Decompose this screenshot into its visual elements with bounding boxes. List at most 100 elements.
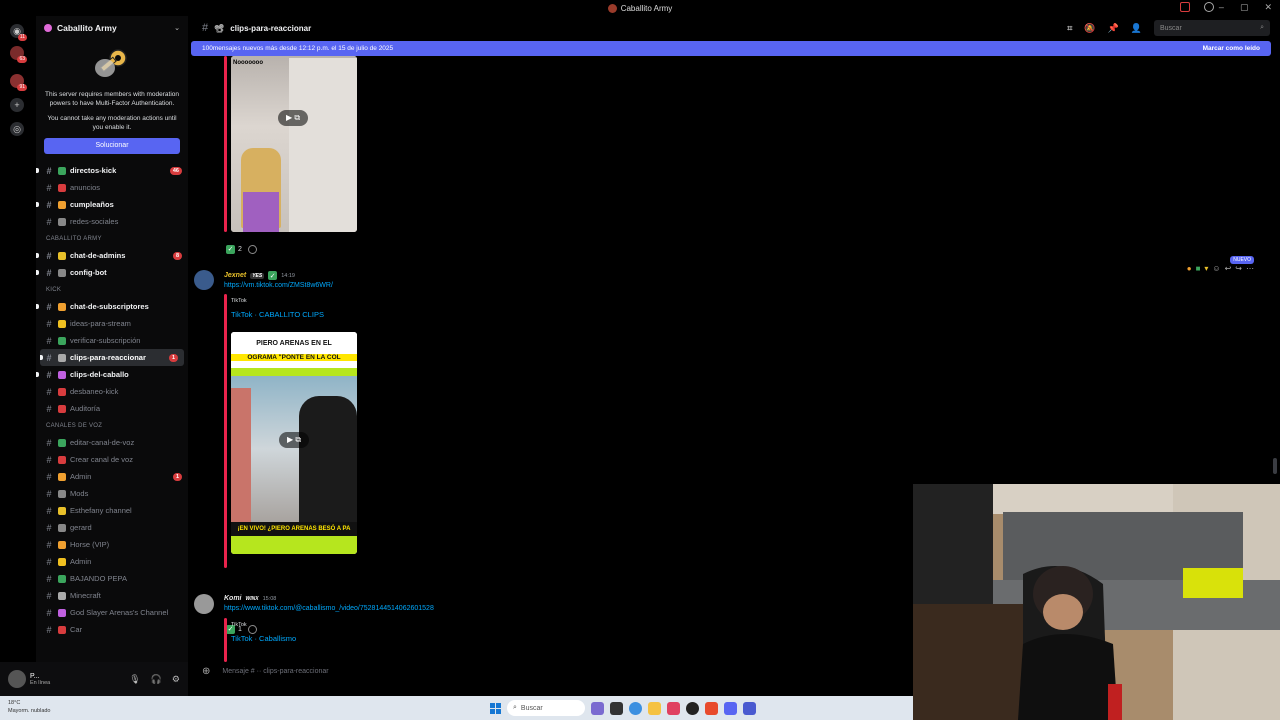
discover-icon[interactable]: ◎ <box>10 122 24 136</box>
sidebar-item-admin[interactable]: # Admin <box>36 553 188 570</box>
members-icon[interactable]: 👤 <box>1131 23 1142 34</box>
gear-icon[interactable]: ⚙ <box>172 674 180 685</box>
message-author[interactable]: Jexnet YES ✓ 14:19 <box>224 271 295 280</box>
embed-title[interactable]: TikTok · CABALLITO CLIPS <box>231 310 324 319</box>
message-composer[interactable]: ⊕ Mensaje # ·· clips-para-reaccionar <box>192 662 912 680</box>
sidebar-item-crear-canal-de-voz[interactable]: # Crear canal de voz <box>36 451 188 468</box>
add-reaction-icon[interactable] <box>247 244 257 254</box>
channel-category[interactable]: KICK <box>36 281 188 298</box>
video-thumbnail[interactable]: PIERO ARENAS EN EL OGRAMA "PONTE EN LA C… <box>231 332 357 554</box>
sidebar-item-gerard[interactable]: # gerard <box>36 519 188 536</box>
emoji-reaction-icon[interactable]: ● <box>1187 264 1192 273</box>
more-icon[interactable]: ⋯ <box>1246 264 1254 273</box>
taskbar-app-icon[interactable] <box>686 701 699 715</box>
author-name[interactable]: Komi <box>224 595 242 602</box>
scrollbar[interactable] <box>1273 458 1277 474</box>
close-button[interactable]: ✕ <box>1264 2 1272 13</box>
sidebar-item-mods[interactable]: # Mods <box>36 485 188 502</box>
taskbar-app-icon[interactable] <box>705 701 718 715</box>
notification-bell-icon[interactable]: 🔕 <box>1084 23 1095 34</box>
message-link[interactable]: https://vm.tiktok.com/ZMSt8w6WR/ <box>224 282 333 289</box>
thumbs-down-icon[interactable]: ▾ <box>1204 264 1208 273</box>
pin-icon[interactable]: 📌 <box>1108 23 1119 34</box>
sidebar-item-directos-kick[interactable]: # directos-kick 46 <box>36 162 188 179</box>
start-button[interactable] <box>490 702 501 714</box>
server-icon-2[interactable]: 91 <box>10 74 27 91</box>
microphone-icon[interactable]: 🎙 <box>129 674 140 685</box>
add-attachment-icon[interactable]: ⊕ <box>202 666 210 677</box>
add-reaction-icon[interactable]: ☺ <box>1212 264 1220 273</box>
sidebar-item-admin[interactable]: # Admin 1 <box>36 468 188 485</box>
taskbar-app-icon[interactable] <box>610 701 623 715</box>
channel-label: chat-de-subscriptores <box>70 302 149 311</box>
reply-icon[interactable]: ↩ <box>1225 264 1232 273</box>
sidebar-item-verificar-subscripci-n[interactable]: # verificar-subscripción <box>36 332 188 349</box>
sidebar-item-minecraft[interactable]: # Minecraft <box>36 587 188 604</box>
taskbar-app-icon[interactable] <box>629 701 642 715</box>
sidebar-item-chat-de-subscriptores[interactable]: # chat-de-subscriptores <box>36 298 188 315</box>
sidebar-item-config-bot[interactable]: # config-bot <box>36 264 188 281</box>
sidebar-item-redes-sociales[interactable]: # redes-sociales <box>36 213 188 230</box>
video-thumbnail[interactable]: Nooooooo ▶ ⧉ <box>231 56 357 232</box>
headphones-icon[interactable]: 🎧 <box>151 674 162 685</box>
sidebar-item-cumplea-os[interactable]: # cumpleaños <box>36 196 188 213</box>
sidebar-item-chat-de-admins[interactable]: # chat-de-admins 8 <box>36 247 188 264</box>
forward-icon[interactable]: ↪ <box>1235 264 1242 273</box>
mark-read-button[interactable]: Marcar como leído <box>1203 45 1260 52</box>
search-icon: ⌕ <box>1260 24 1264 31</box>
sidebar-item-clips-para-reaccionar[interactable]: # clips-para-reaccionar 1 <box>40 349 184 366</box>
new-messages-bar[interactable]: 100mensajes nuevos más desde 12:12 p.m. … <box>191 41 1271 56</box>
server-icon-1[interactable]: 63 <box>10 46 27 63</box>
avatar[interactable] <box>8 670 26 688</box>
weather-widget[interactable]: 18°C Mayorm. nublado <box>8 699 51 715</box>
search-input[interactable]: Buscar ⌕ <box>1154 20 1270 36</box>
sidebar-item-car[interactable]: # Car <box>36 621 188 638</box>
channel-category[interactable]: CANALES DE VOZ <box>36 417 188 434</box>
unread-indicator <box>36 202 39 207</box>
channel-label: God Slayer Arenas's Channel <box>70 608 169 617</box>
mfa-warning-text: You cannot take any moderation actions u… <box>47 115 177 131</box>
taskbar-app-icon[interactable] <box>724 701 737 715</box>
sidebar-item-anuncios[interactable]: # anuncios <box>36 179 188 196</box>
channel-label: config-bot <box>70 268 107 277</box>
taskbar-app-icon[interactable] <box>743 701 756 715</box>
home-button[interactable]: ◉ 11 <box>10 24 27 41</box>
embed-title[interactable]: TikTok · Caballismo <box>231 634 296 643</box>
app-logo-icon <box>607 3 617 13</box>
checkmark-icon[interactable]: ■ <box>1196 264 1201 273</box>
taskbar-app-icon[interactable] <box>591 701 604 715</box>
sidebar-item-ideas-para-stream[interactable]: # ideas-para-stream <box>36 315 188 332</box>
sidebar-item-horse-vip-[interactable]: # Horse (VIP) <box>36 536 188 553</box>
fix-mfa-button[interactable]: Solucionar <box>44 138 180 154</box>
play-icon[interactable]: ▶ ⧉ <box>279 432 309 448</box>
channel-category[interactable]: CABALLITO ARMY <box>36 230 188 247</box>
sidebar-item-clips-del-caballo[interactable]: # clips-del-caballo <box>36 366 188 383</box>
sidebar-item-editar-canal-de-voz[interactable]: # editar-canal-de-voz <box>36 434 188 451</box>
server-header[interactable]: Caballito Army ⌄ <box>36 16 188 40</box>
reaction-check[interactable]: ✓ 2 <box>226 242 242 256</box>
sidebar-item-bajando-pepa[interactable]: # BAJANDO PEPA <box>36 570 188 587</box>
sidebar-item-god-slayer-arenas-s-channel[interactable]: # God Slayer Arenas's Channel <box>36 604 188 621</box>
avatar[interactable] <box>194 594 214 614</box>
taskbar-search[interactable]: ⌕ Buscar <box>507 700 585 716</box>
play-icon[interactable]: ▶ ⧉ <box>278 110 308 126</box>
sidebar-item-desbaneo-kick[interactable]: # desbaneo-kick <box>36 383 188 400</box>
sidebar-item-esthefany-channel[interactable]: # Esthefany channel <box>36 502 188 519</box>
add-reaction-icon[interactable] <box>247 624 257 634</box>
avatar[interactable] <box>194 270 214 290</box>
add-server-icon[interactable]: + <box>10 98 24 112</box>
help-icon[interactable] <box>1204 2 1214 12</box>
channel-sidebar: Caballito Army ⌄ This server requires me… <box>36 16 188 662</box>
inbox-icon[interactable] <box>1180 2 1190 12</box>
message-input[interactable]: Mensaje # ·· clips-para-reaccionar <box>222 668 328 675</box>
minimize-button[interactable]: – <box>1219 2 1224 13</box>
new-messages-text: 100mensajes nuevos más desde 12:12 p.m. … <box>202 45 394 52</box>
maximize-button[interactable]: ▢ <box>1240 2 1249 13</box>
author-name[interactable]: Jexnet <box>224 272 246 279</box>
taskbar-app-icon[interactable] <box>667 701 680 715</box>
threads-icon[interactable]: ⌗ <box>1067 23 1072 34</box>
message-link[interactable]: https://www.tiktok.com/@caballismo_/vide… <box>224 605 434 612</box>
taskbar-app-icon[interactable] <box>648 701 661 715</box>
sidebar-item-auditor-a[interactable]: # Auditoría <box>36 400 188 417</box>
message-author[interactable]: Komi WINX 15:08 <box>224 595 276 602</box>
